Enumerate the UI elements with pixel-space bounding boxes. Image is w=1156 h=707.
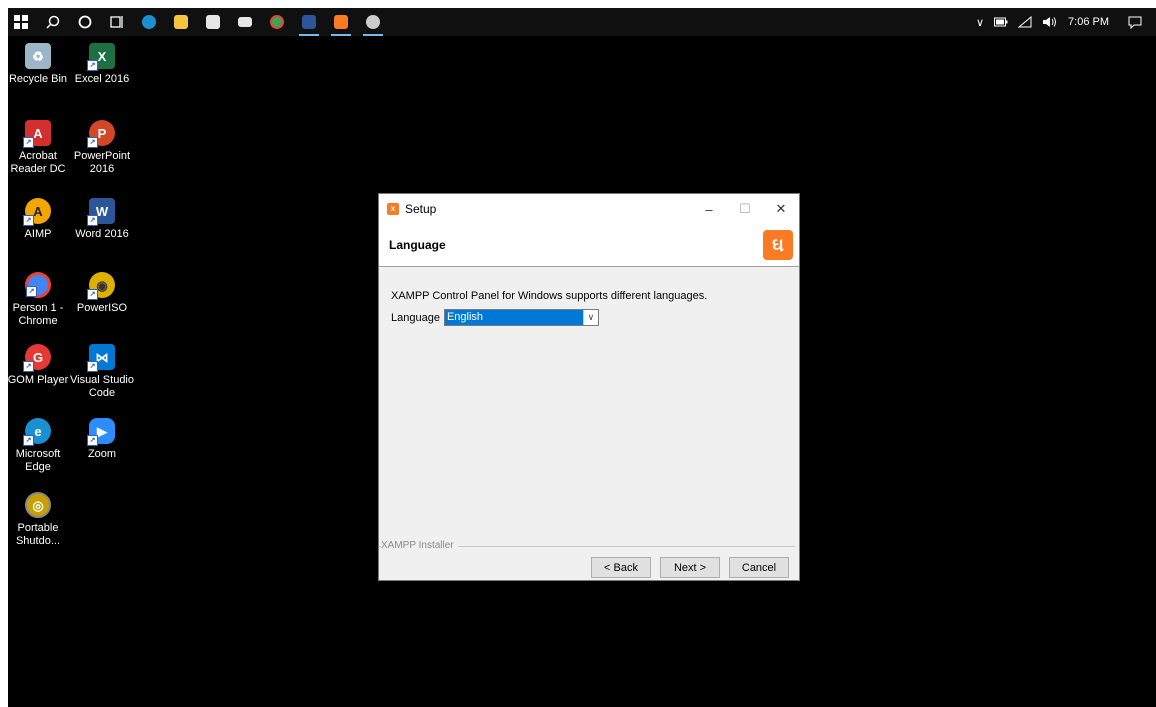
desktop-icon-label: Recycle Bin bbox=[8, 73, 68, 85]
word-icon: W ↗ bbox=[87, 198, 115, 226]
desktop-icon-powerpoint[interactable]: P ↗ PowerPoint 2016 bbox=[69, 120, 135, 176]
xampp-icon bbox=[334, 15, 348, 29]
task-view-button[interactable] bbox=[104, 8, 130, 36]
desktop-icon-recycle-bin[interactable]: ♻ Recycle Bin bbox=[8, 43, 71, 86]
aimp-icon: A ↗ bbox=[23, 198, 51, 226]
next-button[interactable]: Next > bbox=[660, 557, 720, 578]
desktop-icon-label: Word 2016 bbox=[75, 228, 129, 240]
chrome-icon bbox=[270, 15, 284, 29]
excel-icon: X ↗ bbox=[87, 43, 115, 71]
recycle-bin-icon: ♻ bbox=[25, 43, 51, 69]
taskbar-mail[interactable] bbox=[232, 8, 258, 36]
desktop-icon-gom-player[interactable]: G ↗ GOM Player bbox=[8, 344, 71, 387]
vscode-icon: ⋈ ↗ bbox=[87, 344, 115, 372]
language-value: English bbox=[444, 310, 583, 325]
system-tray: ∨ 7:06 PM bbox=[971, 8, 1156, 36]
desktop-icon-word[interactable]: W ↗ Word 2016 bbox=[69, 198, 135, 241]
desktop-icon-label-2: 2016 bbox=[89, 163, 115, 175]
taskbar-edge[interactable] bbox=[136, 8, 162, 36]
desktop-icon-label-2: Edge bbox=[25, 461, 51, 473]
desktop-icon-label: Person 1 - bbox=[12, 302, 64, 314]
taskbar-file-explorer[interactable] bbox=[168, 8, 194, 36]
desktop-icon-label-2: Shutdo... bbox=[15, 535, 61, 547]
desktop-icon-chrome[interactable]: ↗ Person 1 - Chrome bbox=[8, 272, 71, 328]
taskbar-chrome[interactable] bbox=[264, 8, 290, 36]
desktop-icon-zoom[interactable]: ▶ ↗ Zoom bbox=[69, 418, 135, 461]
edge-icon: e ↗ bbox=[23, 418, 51, 446]
wifi-icon[interactable] bbox=[1018, 16, 1032, 28]
paint-icon bbox=[366, 15, 380, 29]
desktop-icon-label: PowerISO bbox=[76, 302, 128, 314]
xampp-title-icon: x bbox=[387, 203, 399, 215]
cortana-button[interactable] bbox=[72, 8, 98, 36]
taskbar: ∨ 7:06 PM bbox=[8, 8, 1156, 36]
desktop-icon-label-2: Code bbox=[88, 387, 116, 399]
windows-logo-icon bbox=[14, 15, 28, 29]
taskbar-xampp[interactable] bbox=[328, 8, 354, 36]
store-icon bbox=[206, 15, 220, 29]
chrome-icon: ↗ bbox=[25, 272, 51, 298]
description-text: XAMPP Control Panel for Windows supports… bbox=[391, 290, 708, 302]
mail-icon bbox=[238, 17, 252, 27]
desktop-icon-label: GOM Player bbox=[8, 374, 69, 386]
dialog-title: Setup bbox=[405, 202, 437, 216]
desktop-icon-excel[interactable]: X ↗ Excel 2016 bbox=[69, 43, 135, 86]
search-button[interactable] bbox=[40, 8, 66, 36]
zoom-icon: ▶ ↗ bbox=[87, 418, 115, 446]
desktop-icon-label: Visual Studio bbox=[69, 374, 134, 386]
desktop-icon-vscode[interactable]: ⋈ ↗ Visual Studio Code bbox=[69, 344, 135, 400]
taskbar-store[interactable] bbox=[200, 8, 226, 36]
battery-icon[interactable] bbox=[994, 17, 1008, 27]
desktop-icon-label: Excel 2016 bbox=[74, 73, 130, 85]
desktop-icon-label: Zoom bbox=[87, 448, 117, 460]
language-select[interactable]: English ∨ bbox=[443, 309, 599, 326]
language-row: Language English ∨ bbox=[391, 309, 599, 326]
xampp-logo-icon: ઘ bbox=[763, 230, 793, 260]
desktop-screen: ∨ 7:06 PM ♻ Recycle Bin X ↗ Excel 2016 A ↗… bbox=[8, 8, 1156, 707]
dialog-titlebar[interactable]: x Setup – ☐ ✕ bbox=[379, 194, 799, 224]
show-hidden-icons-chevron[interactable]: ∨ bbox=[976, 16, 984, 29]
word-icon bbox=[302, 15, 316, 29]
taskbar-paint[interactable] bbox=[360, 8, 386, 36]
group-label: XAMPP Installer bbox=[381, 540, 458, 551]
desktop-icon-label: Microsoft bbox=[15, 448, 61, 460]
search-icon bbox=[46, 15, 60, 29]
cancel-button[interactable]: Cancel bbox=[729, 557, 789, 578]
taskbar-word[interactable] bbox=[296, 8, 322, 36]
dialog-header: Language ઘ bbox=[379, 224, 799, 267]
cortana-icon bbox=[78, 15, 92, 29]
desktop-icon-label: AIMP bbox=[24, 228, 52, 240]
language-label: Language bbox=[391, 311, 440, 324]
back-button[interactable]: < Back bbox=[591, 557, 651, 578]
desktop-icon-label-2: Chrome bbox=[18, 315, 58, 327]
page-title: Language bbox=[389, 238, 446, 252]
powerpoint-icon: P ↗ bbox=[87, 120, 115, 148]
desktop-icon-portable-shutdown[interactable]: ◎ Portable Shutdo... bbox=[8, 492, 71, 548]
chevron-down-icon[interactable]: ∨ bbox=[582, 310, 598, 325]
gom-player-icon: G ↗ bbox=[23, 344, 51, 372]
desktop-icon-aimp[interactable]: A ↗ AIMP bbox=[8, 198, 71, 241]
desktop-icon-label: Acrobat bbox=[19, 150, 57, 162]
edge-icon bbox=[142, 15, 156, 29]
poweriso-icon: ◉ ↗ bbox=[87, 272, 115, 300]
desktop-icon-edge[interactable]: e ↗ Microsoft Edge bbox=[8, 418, 71, 474]
portable-shutdown-icon: ◎ bbox=[25, 492, 51, 518]
task-view-icon bbox=[110, 16, 123, 28]
desktop-icon-poweriso[interactable]: ◉ ↗ PowerISO bbox=[69, 272, 135, 315]
minimize-button[interactable]: – bbox=[691, 194, 727, 224]
file-explorer-icon bbox=[174, 15, 188, 29]
desktop-icon-label-2: Reader DC bbox=[10, 163, 66, 175]
setup-dialog: x Setup – ☐ ✕ Language ઘ XAMPP Control P… bbox=[378, 193, 800, 581]
volume-icon[interactable] bbox=[1042, 16, 1058, 28]
maximize-button[interactable]: ☐ bbox=[727, 194, 763, 224]
desktop-icon-label: PowerPoint bbox=[73, 150, 131, 162]
clock-time[interactable]: 7:06 PM bbox=[1068, 16, 1109, 28]
close-button[interactable]: ✕ bbox=[763, 194, 799, 224]
desktop-icon-acrobat[interactable]: A ↗ Acrobat Reader DC bbox=[8, 120, 71, 176]
notification-icon[interactable] bbox=[1128, 16, 1142, 29]
start-button[interactable] bbox=[8, 8, 34, 36]
acrobat-icon: A ↗ bbox=[23, 120, 51, 148]
desktop-icon-label: Portable bbox=[17, 522, 59, 534]
